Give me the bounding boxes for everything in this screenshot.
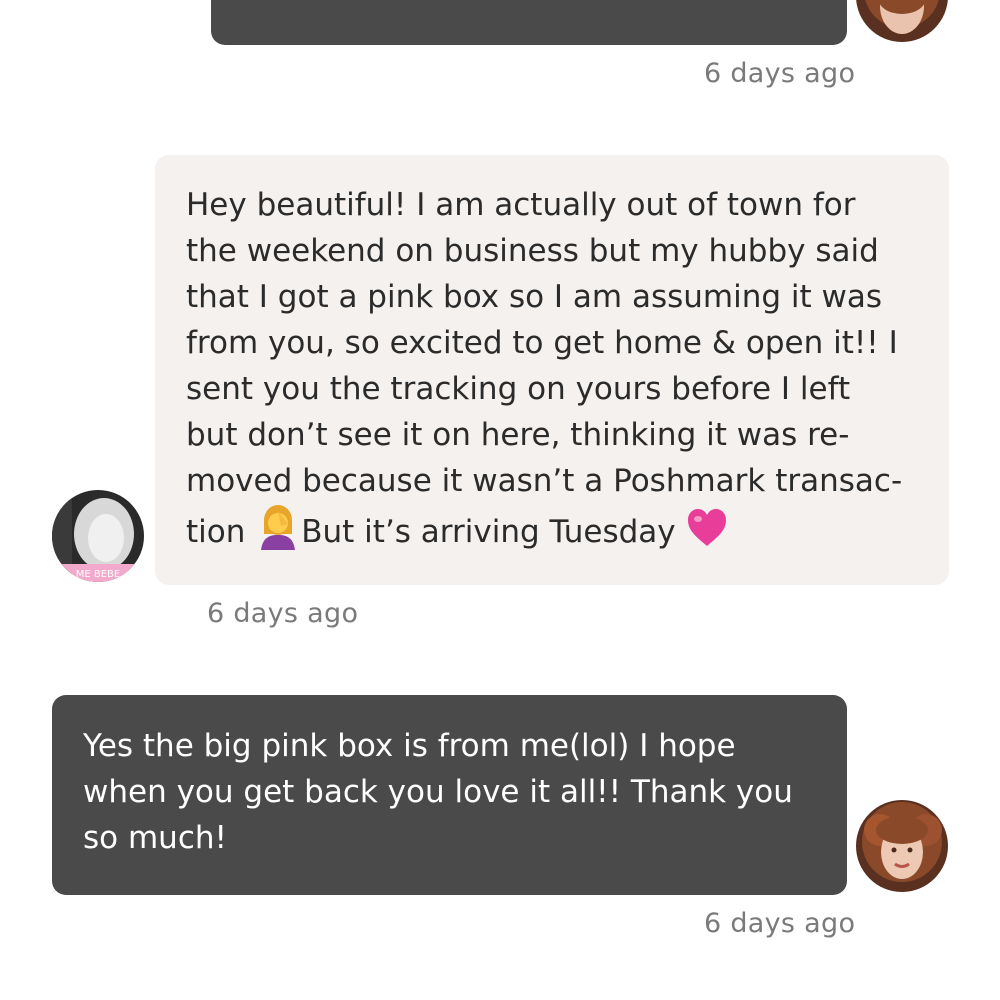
message-bubble-sent[interactable]: Yes the big pink box is from me(lol) I h… (52, 695, 847, 895)
message-bubble-sent[interactable] (211, 0, 847, 45)
sender-avatar[interactable]: ME BEBE (52, 490, 144, 582)
my-avatar[interactable] (856, 0, 948, 42)
message-text-part: But it’s arriving Tuesday (301, 514, 686, 550)
message-text-part: tion (186, 514, 256, 550)
message-timestamp: 6 days ago (704, 58, 856, 89)
my-avatar[interactable] (856, 800, 948, 892)
facepalm-woman-emoji-icon (255, 504, 301, 550)
message-bubble-received[interactable]: Hey beautiful! I am actually out of town… (155, 155, 949, 585)
message-text: Yes the big pink box is from me(lol) I h… (83, 728, 793, 856)
message-timestamp: 6 days ago (207, 598, 359, 629)
message-text: Hey beautiful! I am actually out of town… (186, 187, 903, 499)
pink-heart-emoji-icon (685, 506, 729, 550)
message-last-line: tion But it’s arriving Tuesday (186, 504, 929, 555)
message-timestamp: 6 days ago (704, 908, 856, 939)
avatar-caption: ME BEBE (76, 569, 120, 580)
chat-thread: 6 days ago Hey beautiful! I am actually … (0, 0, 1000, 1000)
